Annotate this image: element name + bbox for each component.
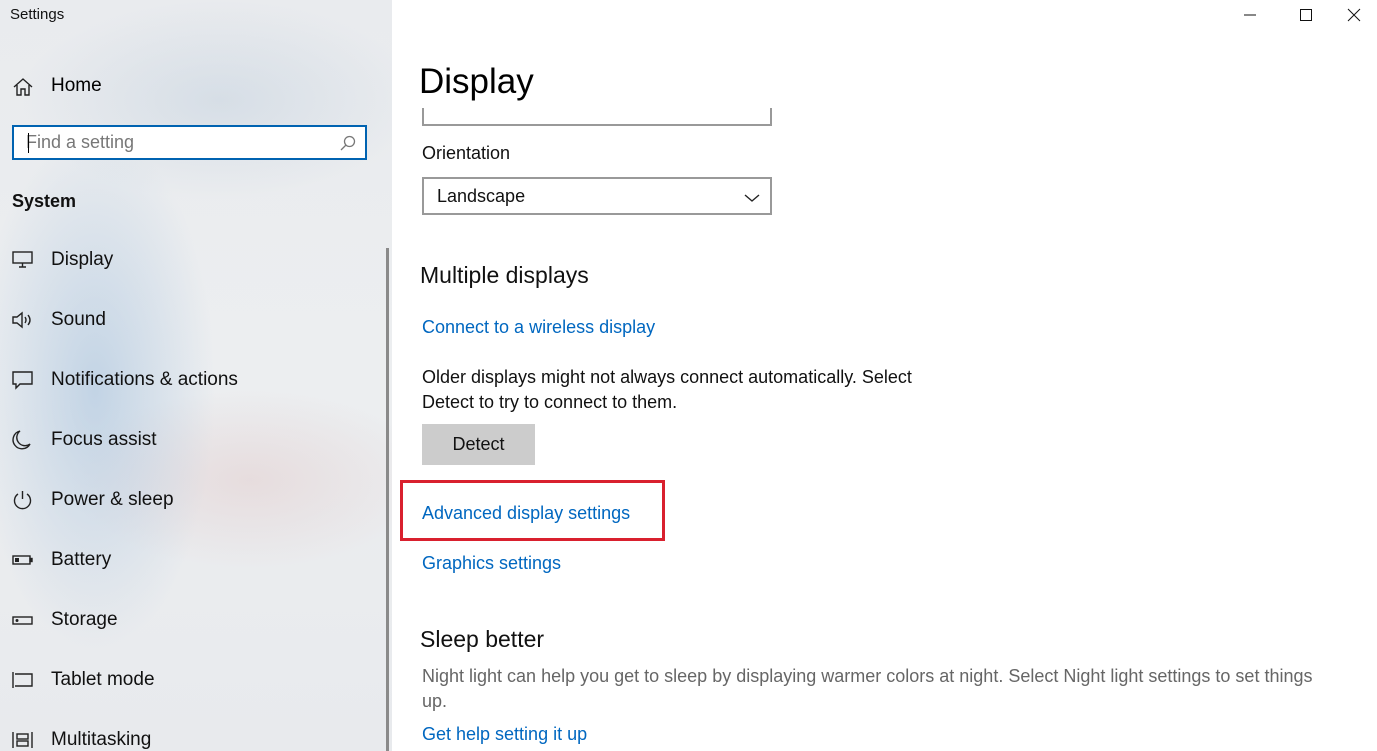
battery-icon [12, 550, 34, 570]
sidebar-item-sound[interactable]: Sound [0, 295, 385, 345]
moon-icon [12, 430, 34, 450]
sidebar-item-multitasking[interactable]: Multitasking [0, 715, 385, 751]
graphics-settings-link[interactable]: Graphics settings [422, 553, 561, 574]
sidebar-item-notifications[interactable]: Notifications & actions [0, 355, 385, 405]
orientation-dropdown[interactable]: Landscape [422, 177, 772, 215]
sidebar-item-label: Sound [51, 309, 106, 330]
app-title: Settings [10, 6, 65, 23]
section-title-system: System [12, 191, 77, 211]
message-icon [12, 370, 34, 390]
sidebar-item-label: Battery [51, 549, 112, 570]
speaker-icon [12, 310, 34, 330]
sidebar-item-label: Power & sleep [51, 489, 174, 510]
orientation-value: Landscape [437, 186, 526, 206]
description-line: Older displays might not always connect … [422, 367, 912, 387]
multiple-displays-description: Older displays might not always connect … [422, 365, 912, 415]
storage-icon [12, 610, 34, 630]
sidebar-item-battery[interactable]: Battery [0, 535, 385, 585]
text-caret [28, 133, 29, 153]
maximize-icon [1300, 9, 1312, 21]
advanced-display-settings-link[interactable]: Advanced display settings [422, 503, 630, 524]
sidebar-item-label: Notifications & actions [51, 369, 238, 390]
minimize-icon [1244, 14, 1256, 16]
sidebar-home[interactable]: Home [0, 66, 392, 106]
search-box[interactable] [12, 125, 367, 160]
orientation-label: Orientation [422, 143, 511, 163]
connect-wireless-display-link[interactable]: Connect to a wireless display [422, 317, 655, 338]
maximize-button[interactable] [1283, 0, 1329, 30]
multiple-displays-heading: Multiple displays [420, 262, 589, 288]
search-input[interactable] [26, 127, 326, 158]
description-line: Detect to try to connect to them. [422, 392, 678, 412]
search-icon[interactable] [339, 134, 357, 152]
description-line: Night light can help you get to sleep by… [422, 666, 1313, 686]
sidebar-item-storage[interactable]: Storage [0, 595, 385, 645]
get-help-link[interactable]: Get help setting it up [422, 724, 587, 745]
chevron-down-icon [744, 190, 760, 208]
home-icon [12, 76, 34, 98]
sleep-better-heading: Sleep better [420, 626, 545, 652]
sidebar-home-label: Home [51, 75, 102, 96]
sidebar-item-display[interactable]: Display [0, 235, 385, 285]
close-button[interactable] [1331, 0, 1377, 30]
detect-button[interactable]: Detect [422, 424, 535, 465]
sidebar-item-label: Tablet mode [51, 669, 155, 690]
sidebar-item-tablet-mode[interactable]: Tablet mode [0, 655, 385, 705]
tablet-mode-icon [12, 670, 34, 690]
resolution-dropdown-partial[interactable] [422, 108, 772, 126]
page-title: Display [419, 62, 534, 101]
sidebar-item-label: Focus assist [51, 429, 157, 450]
sidebar-item-focus-assist[interactable]: Focus assist [0, 415, 385, 465]
monitor-icon [12, 250, 34, 270]
power-icon [12, 490, 34, 510]
sidebar: Settings Home System Display [0, 0, 392, 751]
sidebar-item-label: Storage [51, 609, 118, 630]
sidebar-scrollbar[interactable] [386, 248, 389, 751]
multitasking-icon [12, 730, 34, 750]
sidebar-item-label: Multitasking [51, 729, 152, 750]
sidebar-item-label: Display [51, 249, 114, 270]
close-icon [1347, 8, 1361, 22]
minimize-button[interactable] [1227, 0, 1273, 30]
sleep-better-description: Night light can help you get to sleep by… [422, 664, 1312, 714]
description-line: up. [422, 691, 448, 711]
sidebar-item-power-sleep[interactable]: Power & sleep [0, 475, 385, 525]
